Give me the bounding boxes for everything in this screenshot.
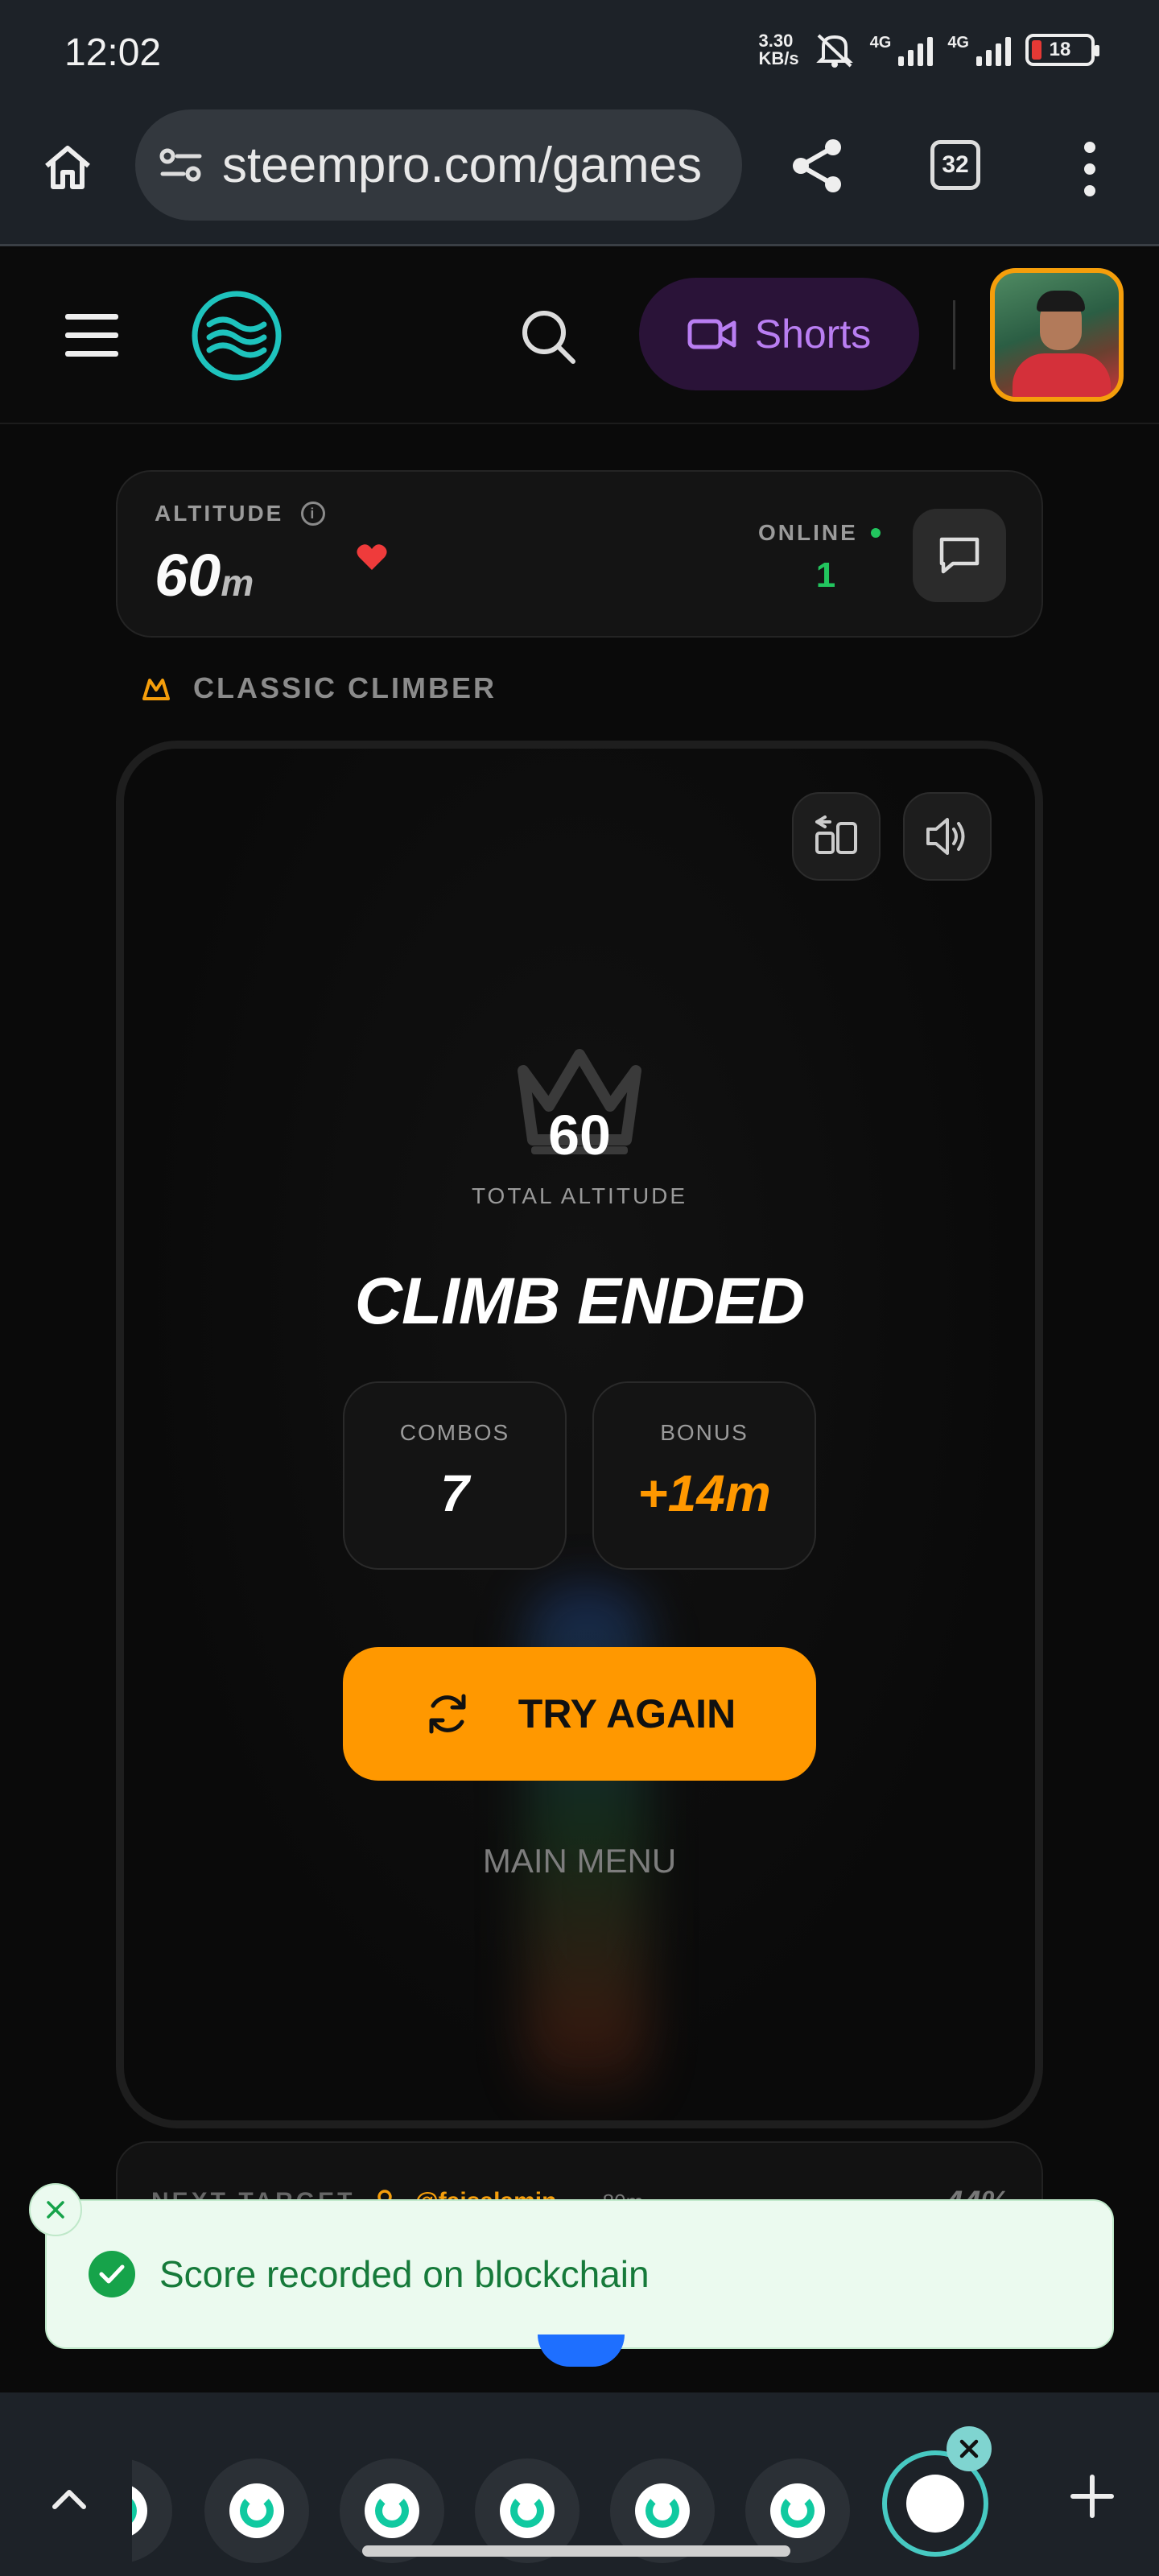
- toast-notification: Score recorded on blockchain: [45, 2199, 1114, 2349]
- video-camera-icon: [687, 319, 736, 349]
- shorts-button[interactable]: Shorts: [639, 278, 919, 390]
- fullscreen-icon: [815, 815, 857, 854]
- header-divider: [953, 300, 955, 369]
- altitude-label-row: ALTITUDE i: [155, 501, 326, 526]
- speaker-icon: [926, 818, 965, 855]
- more-menu-icon[interactable]: [1074, 137, 1106, 201]
- bonus-label: BONUS: [660, 1420, 749, 1445]
- altitude-label: ALTITUDE: [155, 501, 284, 526]
- altitude-number: 60: [155, 542, 221, 609]
- toast-message: Score recorded on blockchain: [159, 2253, 650, 2295]
- online-dot-icon: [870, 528, 881, 538]
- hamburger-menu-icon[interactable]: [60, 303, 124, 368]
- close-tab-icon[interactable]: [947, 2426, 992, 2471]
- url-text[interactable]: steempro.com/games: [222, 137, 702, 194]
- status-time: 12:02: [64, 31, 162, 74]
- tab-switcher-button[interactable]: 32: [930, 140, 980, 190]
- signal-icon-sim1: 4G: [870, 34, 934, 66]
- try-again-button[interactable]: TRY AGAIN: [343, 1647, 816, 1781]
- info-icon[interactable]: i: [301, 502, 326, 526]
- total-altitude-value: 60: [548, 1104, 611, 1166]
- game-canvas[interactable]: 60 TOTAL ALTITUDE CLIMB ENDED COMBOS 7 B…: [116, 741, 1043, 2128]
- altitude-status-card: ALTITUDE i 60m ONLINE 1: [116, 470, 1043, 638]
- shorts-label: Shorts: [754, 312, 872, 357]
- sim1-label: 4G: [869, 34, 892, 52]
- altitude-value: 60m: [155, 541, 254, 609]
- steempro-tab-icon: [906, 2475, 964, 2533]
- bonus-value: +14m: [637, 1464, 771, 1522]
- signal-icon-sim2: 4G: [947, 34, 1011, 66]
- net-speed-unit: KB/s: [758, 48, 799, 68]
- new-tab-icon[interactable]: [1064, 2468, 1120, 2524]
- tab-thumbnail[interactable]: [204, 2458, 309, 2563]
- browser-toolbar: steempro.com/games 32: [0, 105, 1159, 246]
- online-label: ONLINE: [758, 520, 858, 545]
- chevron-up-icon[interactable]: [45, 2475, 93, 2523]
- combos-label: COMBOS: [399, 1420, 510, 1445]
- game-over-title: CLIMB ENDED: [354, 1265, 805, 1338]
- status-bar: 12:02 3.30 KB/s 4G 4G 18: [0, 0, 1159, 105]
- gesture-navigation-bar[interactable]: [362, 2545, 790, 2557]
- status-icons: 3.30 KB/s 4G 4G 18: [759, 31, 1099, 69]
- sound-button[interactable]: [903, 792, 992, 881]
- steempro-logo[interactable]: [188, 287, 285, 384]
- share-icon[interactable]: [784, 132, 852, 200]
- altitude-unit: m: [221, 562, 254, 604]
- battery-level: 18: [1049, 39, 1071, 60]
- home-icon[interactable]: [37, 137, 98, 198]
- sim2-label: 4G: [947, 34, 969, 52]
- refresh-icon: [429, 1694, 466, 1734]
- chat-button[interactable]: [913, 509, 1006, 602]
- main-menu-link[interactable]: MAIN MENU: [124, 1842, 1035, 1880]
- floating-action-button[interactable]: [538, 2334, 625, 2367]
- search-icon[interactable]: [515, 303, 583, 371]
- chat-icon: [939, 537, 980, 574]
- fullscreen-button[interactable]: [792, 792, 881, 881]
- toast-close-button[interactable]: [29, 2183, 82, 2236]
- net-speed-value: 3.30: [758, 31, 794, 51]
- muted-icon: [815, 34, 853, 68]
- online-count: 1: [815, 555, 836, 595]
- try-again-label: TRY AGAIN: [518, 1691, 736, 1736]
- close-icon: [47, 2201, 64, 2219]
- network-speed: 3.30 KB/s: [759, 32, 799, 68]
- user-avatar[interactable]: [990, 268, 1124, 402]
- total-altitude-label: TOTAL ALTITUDE: [471, 1183, 688, 1208]
- success-check-icon: [89, 2251, 135, 2297]
- site-header: Shorts: [0, 249, 1159, 424]
- game-mode-label: CLASSIC CLIMBER: [193, 671, 497, 704]
- game-mode-row: CLASSIC CLIMBER: [142, 671, 497, 705]
- mountain-icon: [142, 679, 170, 700]
- address-bar[interactable]: steempro.com/games: [135, 109, 742, 221]
- heart-icon: [356, 543, 388, 576]
- site-settings-icon[interactable]: [158, 145, 204, 185]
- bonus-stat: BONUS +14m: [592, 1381, 816, 1570]
- combos-value: 7: [440, 1464, 469, 1522]
- combos-stat: COMBOS 7: [343, 1381, 567, 1570]
- online-label-row: ONLINE: [758, 520, 881, 546]
- battery-icon: 18: [1025, 34, 1099, 66]
